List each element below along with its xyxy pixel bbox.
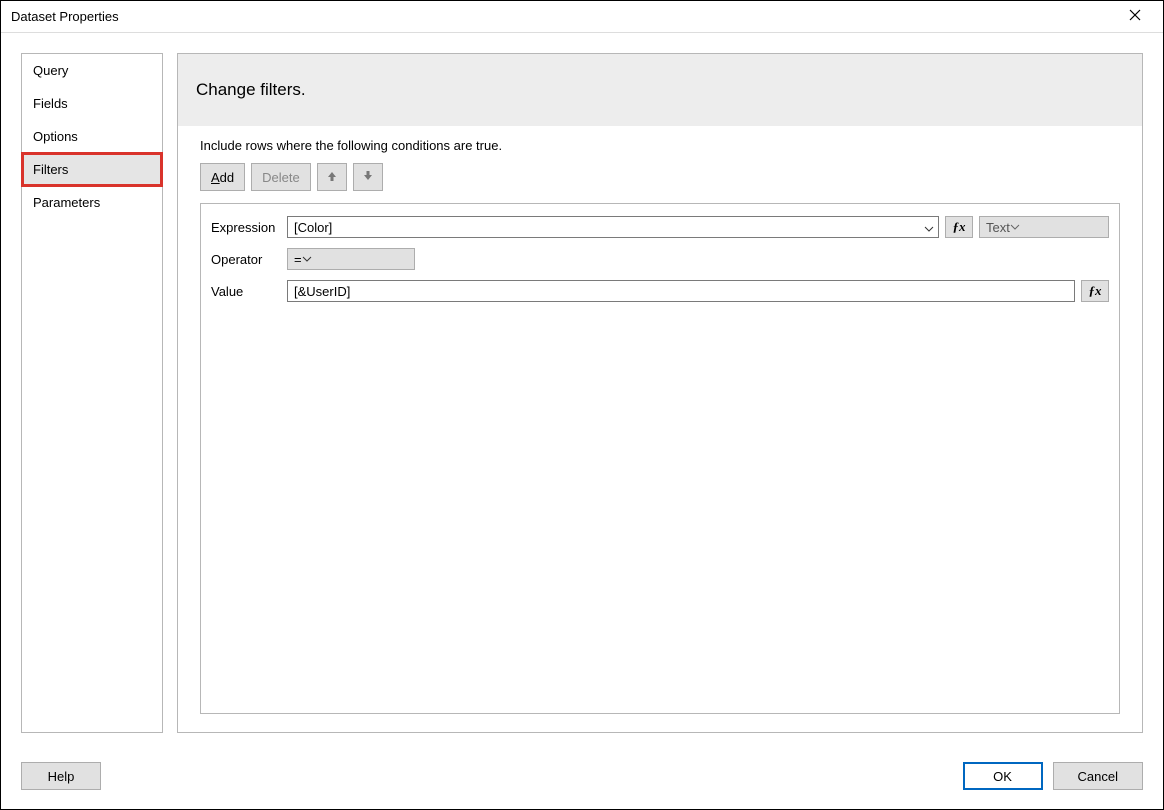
help-button-label: Help: [48, 769, 75, 784]
expression-combo[interactable]: [Color]: [287, 216, 939, 238]
expression-value: [Color]: [294, 220, 332, 235]
content-area: Query Fields Options Filters Parameters …: [1, 33, 1163, 753]
value-fx-button[interactable]: ƒx: [1081, 280, 1109, 302]
sidebar-item-options[interactable]: Options: [22, 120, 162, 153]
expression-fx-button[interactable]: ƒx: [945, 216, 973, 238]
cancel-button[interactable]: Cancel: [1053, 762, 1143, 790]
sidebar-item-fields[interactable]: Fields: [22, 87, 162, 120]
main-body: Include rows where the following conditi…: [178, 126, 1142, 732]
intro-text: Include rows where the following conditi…: [200, 138, 1128, 153]
main-heading: Change filters.: [178, 54, 1142, 126]
ok-button-label: OK: [993, 769, 1012, 784]
cancel-button-label: Cancel: [1078, 769, 1118, 784]
type-combo[interactable]: Text: [979, 216, 1109, 238]
dataset-properties-window: Dataset Properties Query Fields Options …: [0, 0, 1164, 810]
sidebar: Query Fields Options Filters Parameters: [21, 53, 163, 733]
sidebar-item-query[interactable]: Query: [22, 54, 162, 87]
chevron-down-icon: [924, 222, 934, 232]
fx-icon: ƒx: [1089, 283, 1102, 299]
value-input[interactable]: [287, 280, 1075, 302]
help-button[interactable]: Help: [21, 762, 101, 790]
operator-row: Operator =: [211, 248, 1109, 270]
sidebar-item-label: Options: [33, 129, 78, 144]
titlebar: Dataset Properties: [1, 1, 1163, 33]
filter-toolbar: Add Delete: [200, 163, 1128, 191]
window-title: Dataset Properties: [11, 9, 119, 24]
value-label: Value: [211, 284, 287, 299]
arrow-up-icon: [326, 170, 338, 185]
value-row: Value ƒx: [211, 280, 1109, 302]
sidebar-item-label: Fields: [33, 96, 68, 111]
operator-combo[interactable]: =: [287, 248, 415, 270]
main-panel: Change filters. Include rows where the f…: [177, 53, 1143, 733]
add-button-underline: A: [211, 170, 220, 185]
type-value: Text: [986, 220, 1010, 235]
move-up-button[interactable]: [317, 163, 347, 191]
expression-label: Expression: [211, 220, 287, 235]
add-button[interactable]: Add: [200, 163, 245, 191]
expression-row: Expression [Color] ƒx Text: [211, 216, 1109, 238]
filter-definition-area: Expression [Color] ƒx Text: [200, 203, 1120, 714]
arrow-down-icon: [362, 170, 374, 185]
sidebar-item-label: Parameters: [33, 195, 100, 210]
chevron-down-icon: [1010, 220, 1020, 235]
delete-button-label: Delete: [262, 170, 300, 185]
sidebar-item-filters[interactable]: Filters: [22, 153, 162, 186]
fx-icon: ƒx: [953, 219, 966, 235]
ok-button[interactable]: OK: [963, 762, 1043, 790]
operator-label: Operator: [211, 252, 287, 267]
move-down-button[interactable]: [353, 163, 383, 191]
sidebar-item-parameters[interactable]: Parameters: [22, 186, 162, 219]
chevron-down-icon: [302, 252, 312, 267]
close-button[interactable]: [1115, 3, 1155, 31]
sidebar-item-label: Filters: [33, 162, 68, 177]
sidebar-item-label: Query: [33, 63, 68, 78]
footer: Help OK Cancel: [1, 753, 1163, 809]
delete-button[interactable]: Delete: [251, 163, 311, 191]
close-icon: [1129, 9, 1141, 24]
operator-value: =: [294, 252, 302, 267]
